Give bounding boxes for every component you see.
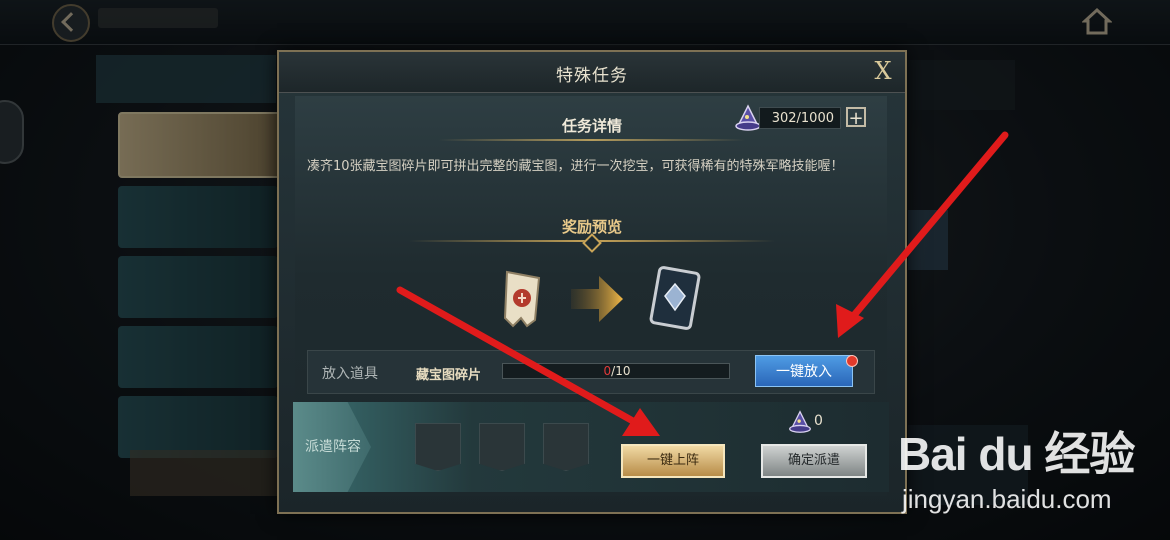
confirm-dispatch-button[interactable]: 确定派遣 (761, 444, 867, 478)
wizard-hat-icon (789, 410, 811, 433)
put-item-label: 放入道具 (322, 366, 378, 382)
hero-slot[interactable] (479, 423, 525, 471)
dispatch-cost: 0 (814, 413, 823, 429)
treasure-map-fragment-icon[interactable] (497, 268, 547, 330)
special-task-dialog: 特殊任务 X 任务详情 302/1000 + 凑齐10张藏宝图碎片即可拼出完整的… (277, 50, 907, 514)
dialog-header: 特殊任务 X (279, 52, 905, 93)
add-resource-button[interactable]: + (846, 107, 866, 128)
watermark-url: jingyan.baidu.com (902, 484, 1112, 514)
task-description: 凑齐10张藏宝图碎片即可拼出完整的藏宝图，进行一次挖宝，可获得稀有的特殊军略技能… (307, 159, 844, 174)
item-name: 藏宝图碎片 (416, 368, 482, 383)
progress-text: 0/10 (603, 364, 631, 378)
hero-slot[interactable] (415, 423, 461, 471)
put-item-row: 放入道具 藏宝图碎片 0/10 一键放入 (307, 350, 875, 394)
resource-counter: 302/1000 (759, 107, 841, 129)
notification-dot (846, 355, 858, 367)
hero-slot[interactable] (543, 423, 589, 471)
dispatch-label: 派遣阵容 (305, 439, 361, 455)
watermark-logo: Bai du 经验 (898, 428, 1135, 480)
baidu-watermark: Bai du 经验 jingyan.baidu.com (898, 418, 1158, 528)
wizard-hat-icon (735, 104, 761, 131)
auto-put-button[interactable]: 一键放入 (755, 355, 853, 387)
dispatch-lineup-panel: 派遣阵容 0 一键上阵 确定派遣 (293, 402, 889, 492)
auto-deploy-button[interactable]: 一键上阵 (621, 444, 725, 478)
skill-card-icon[interactable] (647, 266, 703, 332)
dialog-title: 特殊任务 (556, 66, 628, 86)
close-button[interactable]: X (869, 56, 897, 86)
arrow-right-icon (571, 276, 623, 322)
divider (439, 139, 745, 141)
fragment-progress-bar: 0/10 (502, 363, 730, 379)
